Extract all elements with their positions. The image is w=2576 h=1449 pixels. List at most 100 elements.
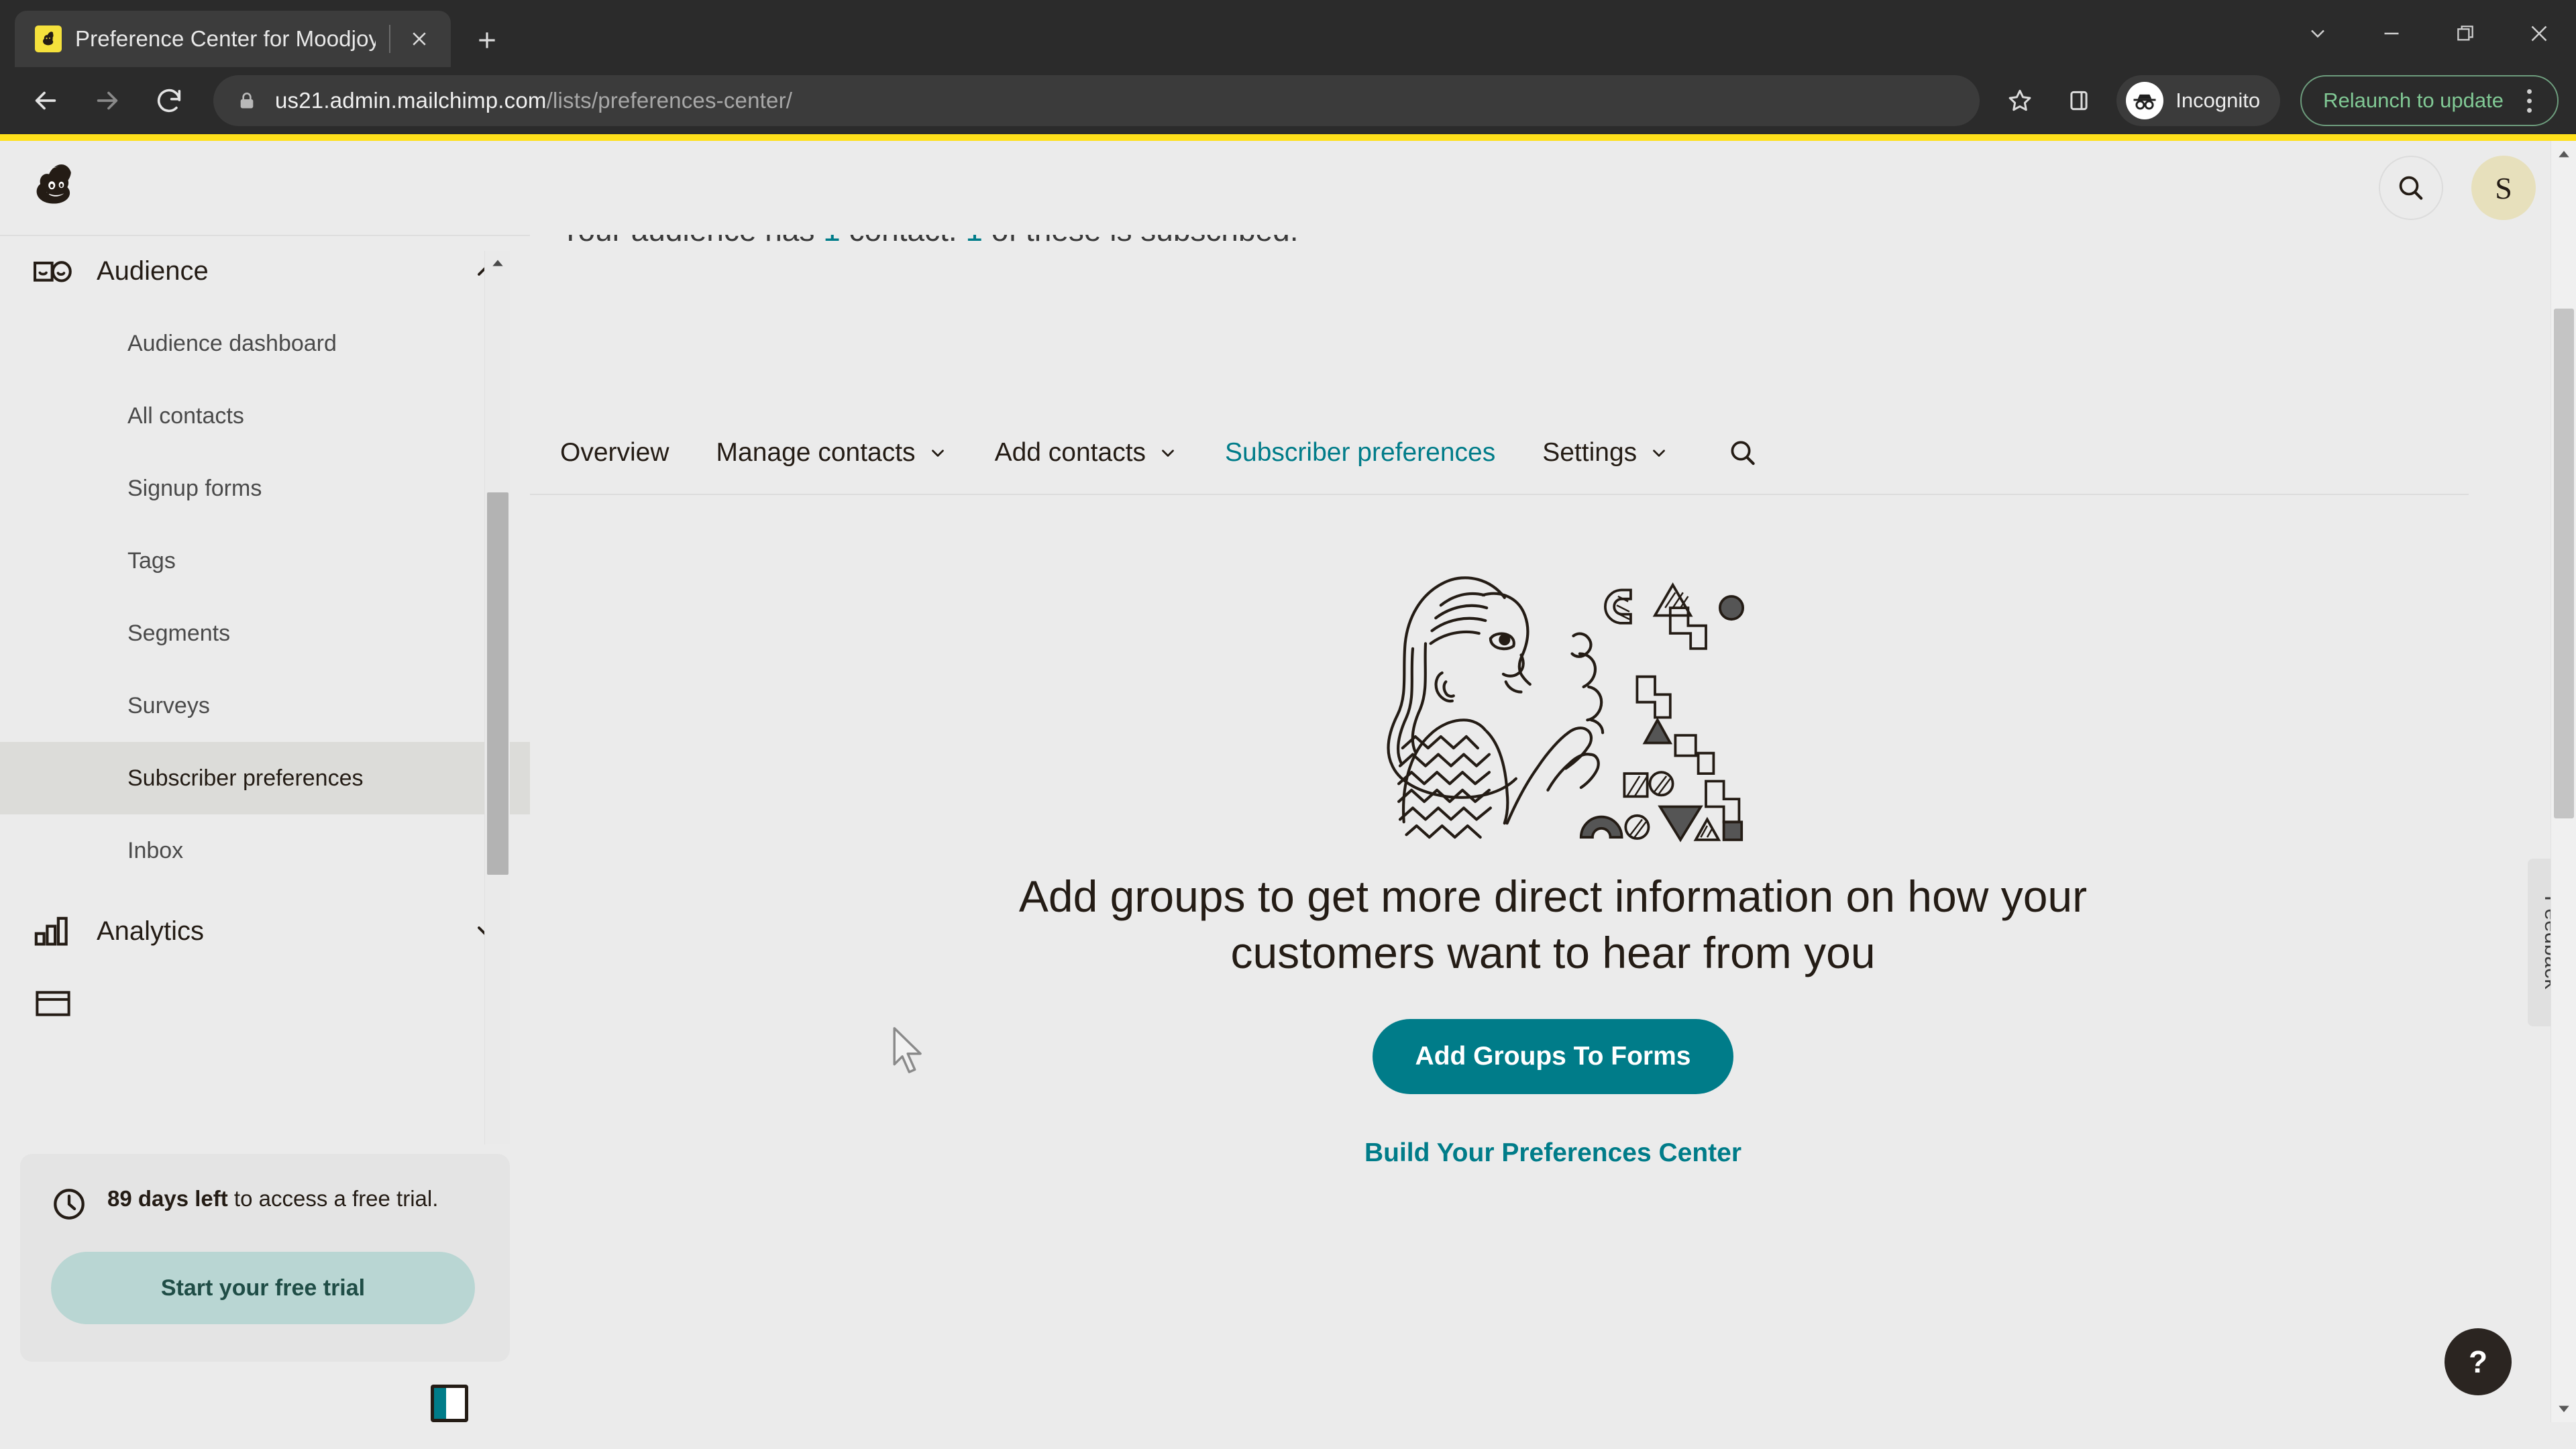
tab-add-contacts[interactable]: Add contacts bbox=[995, 416, 1178, 494]
mailchimp-freddie-logo[interactable] bbox=[24, 156, 89, 220]
chevron-down-icon bbox=[928, 443, 948, 463]
relaunch-label: Relaunch to update bbox=[2323, 89, 2504, 112]
sidebar-item-label: Inbox bbox=[127, 837, 184, 863]
lock-icon bbox=[236, 90, 258, 111]
window-close-icon[interactable] bbox=[2502, 0, 2576, 67]
sidebar-scrollbar[interactable] bbox=[484, 251, 510, 1144]
start-free-trial-button[interactable]: Start your free trial bbox=[51, 1252, 475, 1324]
restore-icon[interactable] bbox=[2428, 0, 2502, 67]
incognito-icon bbox=[2126, 82, 2164, 119]
help-button[interactable]: ? bbox=[2445, 1328, 2512, 1395]
sidebar-scrollbar-thumb[interactable] bbox=[487, 492, 508, 875]
sidebar-section-analytics[interactable]: Analytics bbox=[0, 895, 530, 967]
browser-tab-title: Preference Center for Moodjoy bbox=[75, 26, 376, 51]
plus-icon[interactable] bbox=[466, 19, 508, 62]
content-tabs: Overview Manage contacts Add contacts Su… bbox=[530, 416, 2469, 495]
sidebar-item-label: Tags bbox=[127, 547, 176, 574]
chevron-down-icon bbox=[1158, 443, 1178, 463]
clock-icon bbox=[51, 1186, 87, 1222]
tab-label: Manage contacts bbox=[716, 438, 916, 467]
sidebar-section-label: Analytics bbox=[97, 916, 205, 946]
sidebar: Audience Audience dashboard All contacts… bbox=[0, 235, 530, 1422]
tab-label: Add contacts bbox=[994, 438, 1146, 467]
sidebar-scroll-area[interactable]: Audience Audience dashboard All contacts… bbox=[0, 235, 530, 1144]
sidebar-item-signup-forms[interactable]: Signup forms bbox=[0, 452, 530, 525]
arrow-left-icon[interactable] bbox=[17, 72, 74, 129]
collapse-panel-icon[interactable] bbox=[431, 1385, 468, 1422]
tab-overview[interactable]: Overview bbox=[560, 416, 669, 494]
brand-accent-bar bbox=[0, 134, 2576, 141]
app-header: S bbox=[0, 141, 2576, 235]
search-icon[interactable] bbox=[2379, 156, 2443, 220]
avatar[interactable]: S bbox=[2471, 156, 2536, 220]
summary-suffix: of these is subscribed. bbox=[983, 235, 1299, 248]
reload-icon[interactable] bbox=[141, 72, 197, 129]
sidebar-item-all-contacts[interactable]: All contacts bbox=[0, 380, 530, 452]
page-scrollbar-thumb[interactable] bbox=[2554, 309, 2574, 818]
browser-tab[interactable]: Preference Center for Moodjoy bbox=[15, 11, 451, 67]
tab-strip: Preference Center for Moodjoy bbox=[0, 0, 2576, 67]
sidebar-section-audience[interactable]: Audience bbox=[0, 235, 530, 307]
address-bar-url: us21.admin.mailchimp.com/lists/preferenc… bbox=[275, 88, 792, 113]
audience-summary: Your audience has 1 contact. 1 of these … bbox=[530, 235, 2576, 248]
mouse-cursor bbox=[893, 1027, 922, 1073]
tab-label: Subscriber preferences bbox=[1225, 438, 1496, 467]
incognito-indicator[interactable]: Incognito bbox=[2116, 75, 2281, 126]
summary-subscribed-count: 1 bbox=[965, 235, 983, 248]
browser-toolbar: us21.admin.mailchimp.com/lists/preferenc… bbox=[0, 67, 2576, 134]
tab-search-chevron-down-icon[interactable] bbox=[2281, 0, 2355, 67]
tab-label: Overview bbox=[560, 438, 669, 467]
side-panel-icon[interactable] bbox=[2052, 74, 2106, 127]
kebab-menu-icon[interactable] bbox=[2510, 77, 2548, 124]
tab-settings[interactable]: Settings bbox=[1542, 416, 1669, 494]
search-icon[interactable] bbox=[1727, 416, 1759, 494]
sidebar-section-partial[interactable] bbox=[0, 967, 530, 1040]
bar-chart-icon bbox=[32, 916, 74, 946]
arrow-right-icon[interactable] bbox=[79, 72, 136, 129]
minimize-icon[interactable] bbox=[2355, 0, 2428, 67]
sidebar-item-subscriber-preferences[interactable]: Subscriber preferences bbox=[0, 742, 530, 814]
sidebar-item-segments[interactable]: Segments bbox=[0, 597, 530, 669]
empty-state: Add groups to get more direct informatio… bbox=[530, 554, 2576, 1168]
trial-message: 89 days left to access a free trial. bbox=[107, 1183, 438, 1214]
chevron-down-icon bbox=[1649, 443, 1669, 463]
sidebar-nav: Audience Audience dashboard All contacts… bbox=[0, 235, 530, 1040]
website-icon bbox=[32, 989, 74, 1018]
url-domain: us21.admin.mailchimp.com bbox=[275, 88, 547, 113]
sidebar-item-inbox[interactable]: Inbox bbox=[0, 814, 530, 887]
sidebar-item-tags[interactable]: Tags bbox=[0, 525, 530, 597]
address-bar[interactable]: us21.admin.mailchimp.com/lists/preferenc… bbox=[213, 75, 1980, 126]
trial-card-wrapper: 89 days left to access a free trial. Sta… bbox=[0, 1154, 530, 1422]
build-preferences-center-link[interactable]: Build Your Preferences Center bbox=[1364, 1138, 1741, 1168]
tab-label: Settings bbox=[1542, 438, 1638, 467]
mailchimp-favicon bbox=[35, 25, 62, 52]
summary-mid: contact. bbox=[841, 235, 966, 248]
free-trial-card: 89 days left to access a free trial. Sta… bbox=[20, 1154, 510, 1362]
close-icon[interactable] bbox=[404, 23, 435, 54]
main-content: Your audience has 1 contact. 1 of these … bbox=[530, 235, 2576, 1422]
app-header-actions: S bbox=[2379, 156, 2536, 220]
relaunch-to-update-button[interactable]: Relaunch to update bbox=[2300, 75, 2559, 126]
sidebar-item-label: All contacts bbox=[127, 402, 244, 429]
sidebar-item-surveys[interactable]: Surveys bbox=[0, 669, 530, 742]
woman-with-shapes-illustration bbox=[1387, 576, 1744, 843]
summary-contact-count: 1 bbox=[823, 235, 841, 248]
url-path: /lists/preferences-center/ bbox=[546, 88, 793, 113]
mailchimp-app: S Audience Audience dashboard All contac… bbox=[0, 141, 2576, 1422]
sidebar-item-label: Audience dashboard bbox=[127, 330, 337, 356]
star-icon[interactable] bbox=[1993, 74, 2047, 127]
window-controls bbox=[2281, 0, 2576, 67]
tab-divider bbox=[389, 25, 390, 53]
summary-prefix: Your audience has bbox=[560, 235, 823, 248]
sidebar-item-label: Signup forms bbox=[127, 475, 262, 501]
empty-state-title: Add groups to get more direct informatio… bbox=[1018, 871, 2088, 978]
tab-subscriber-preferences[interactable]: Subscriber preferences bbox=[1225, 416, 1495, 494]
scroll-down-arrow-icon[interactable] bbox=[2551, 1395, 2576, 1422]
add-groups-to-forms-button[interactable]: Add Groups To Forms bbox=[1372, 1018, 1734, 1094]
scroll-up-arrow-icon[interactable] bbox=[485, 251, 511, 276]
sidebar-item-label: Segments bbox=[127, 620, 231, 646]
tab-manage-contacts[interactable]: Manage contacts bbox=[716, 416, 948, 494]
page-scrollbar[interactable] bbox=[2551, 141, 2576, 1422]
sidebar-item-audience-dashboard[interactable]: Audience dashboard bbox=[0, 307, 530, 380]
scroll-up-arrow-icon[interactable] bbox=[2551, 141, 2576, 168]
